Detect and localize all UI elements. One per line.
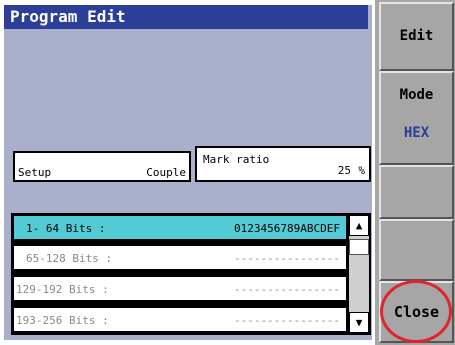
bits-list: 1- 64 Bits : 0123456789ABCDEF 65-128 Bit… xyxy=(11,213,371,335)
scroll-thumb[interactable] xyxy=(349,239,369,255)
softkey-panel: Edit Mode HEX Close xyxy=(375,0,455,345)
bits-row-value: ---------------- xyxy=(234,252,340,265)
softkey-blank-3[interactable] xyxy=(379,165,454,219)
mark-ratio-label: Mark ratio xyxy=(203,153,270,166)
bits-row-label: 129-192 Bits : xyxy=(16,283,109,296)
mode-button[interactable]: Mode HEX xyxy=(379,71,454,165)
setup-label: Setup xyxy=(18,166,52,179)
bits-row-value: 0123456789ABCDEF xyxy=(234,222,340,235)
close-button[interactable]: Close xyxy=(379,281,454,343)
bits-row-193-256[interactable]: 193-256 Bits : ---------------- xyxy=(13,307,347,332)
softkey-blank-4[interactable] xyxy=(379,219,454,281)
bits-row-label: 193-256 Bits : xyxy=(16,314,109,327)
mode-label: Mode xyxy=(399,87,434,103)
screen: Program Edit Setup Couple Mark ratio 25 … xyxy=(0,0,455,345)
bits-row-value: ---------------- xyxy=(234,314,340,327)
edit-button[interactable]: Edit xyxy=(379,2,454,71)
triangle-up-icon: ▲ xyxy=(355,219,363,232)
setup-value: Couple xyxy=(146,166,186,179)
bits-row-129-192[interactable]: 129-192 Bits : ---------------- xyxy=(13,276,347,301)
bits-row-1-64[interactable]: 1- 64 Bits : 0123456789ABCDEF xyxy=(13,215,347,240)
bits-row-65-128[interactable]: 65-128 Bits : ---------------- xyxy=(13,245,347,270)
triangle-down-icon: ▼ xyxy=(355,316,363,329)
page-title: Program Edit xyxy=(4,5,368,29)
mark-ratio-unit: % xyxy=(358,164,365,177)
scroll-up-button[interactable]: ▲ xyxy=(349,215,369,236)
scroll-down-button[interactable]: ▼ xyxy=(349,312,369,333)
bits-row-label: 65-128 Bits : xyxy=(26,252,113,265)
mark-ratio-value: 25 xyxy=(337,164,351,177)
bits-row-label: 1- 64 Bits : xyxy=(26,222,106,235)
list-scrollbar[interactable]: ▲ ▼ xyxy=(349,215,369,333)
bits-row-value: ---------------- xyxy=(234,283,340,296)
mode-value: HEX xyxy=(403,125,430,141)
setup-field[interactable]: Setup Couple xyxy=(13,151,191,182)
mark-ratio-field[interactable]: Mark ratio 25 % xyxy=(195,146,371,182)
